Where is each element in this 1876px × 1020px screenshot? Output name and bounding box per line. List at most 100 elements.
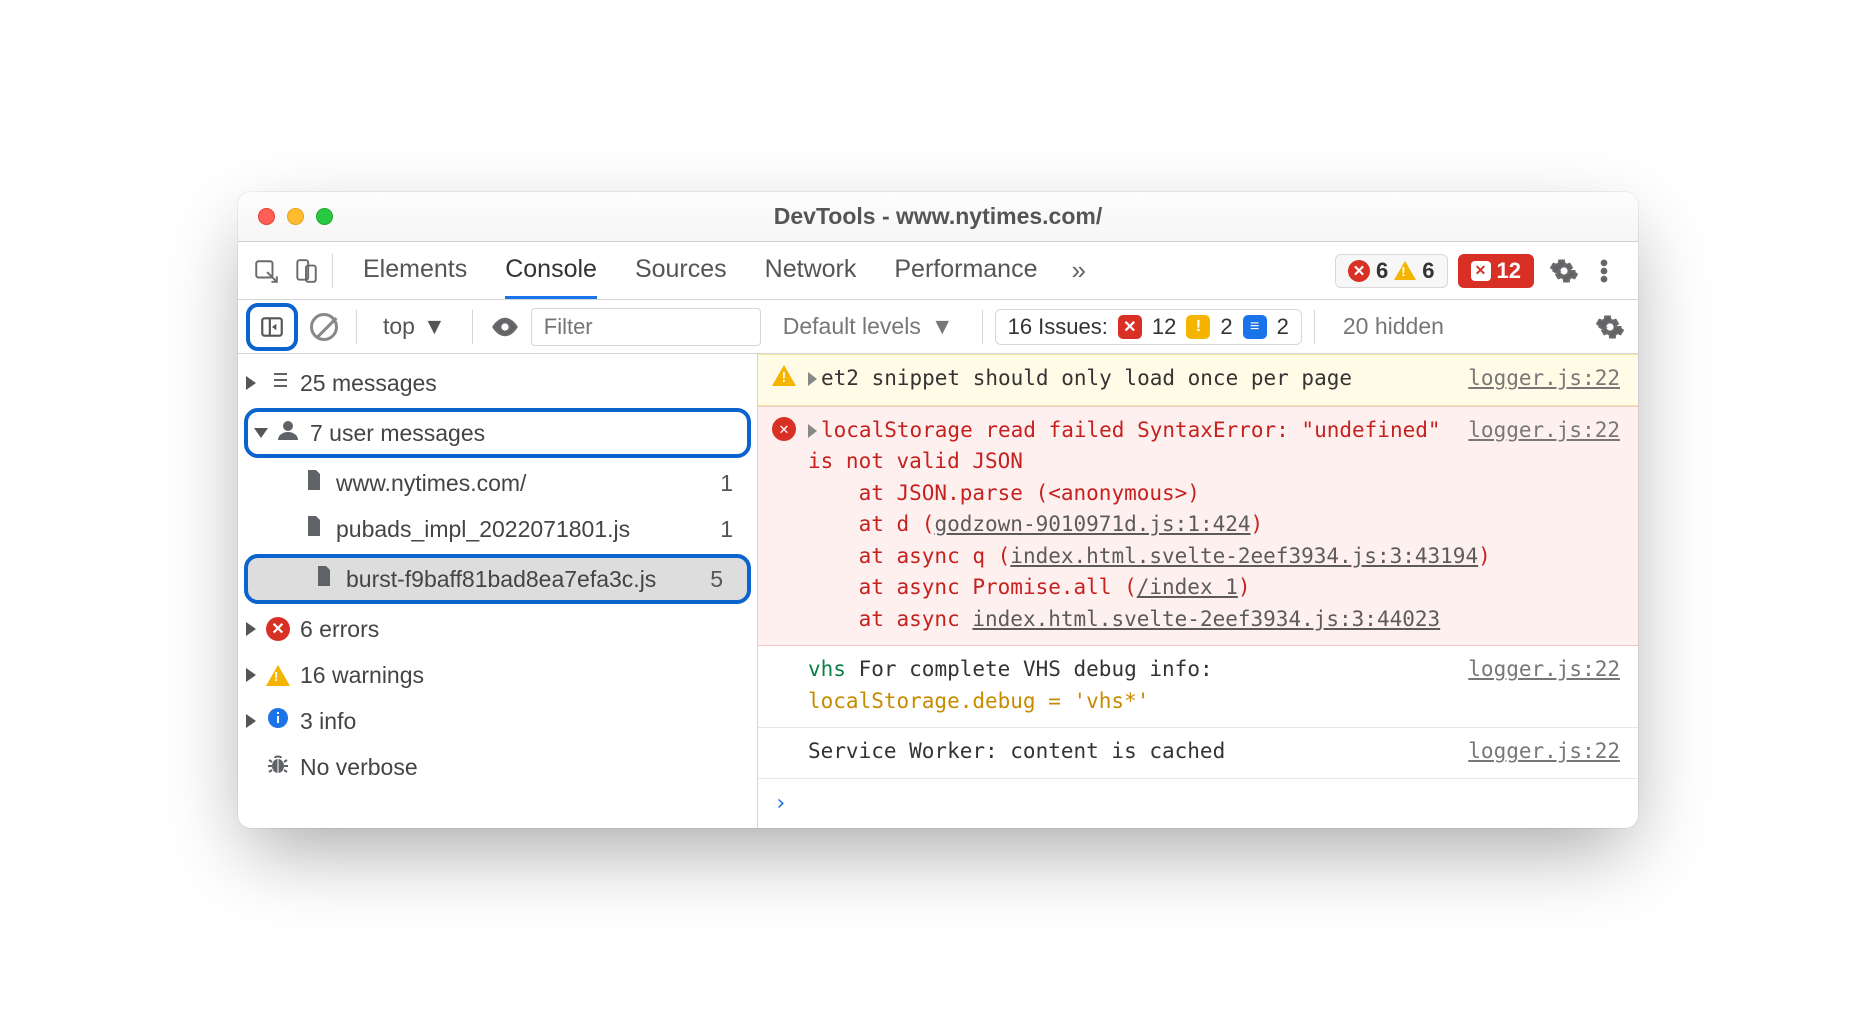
divider	[356, 310, 357, 344]
annotation-highlight	[246, 303, 298, 351]
issues-pill[interactable]: 16 Issues: ✕12 !2 ≡2	[995, 309, 1302, 345]
file-icon	[302, 514, 326, 544]
stack-link[interactable]: index.html.svelte-2eef3934.js:3:44023	[972, 607, 1440, 631]
sidebar-all-messages[interactable]: 25 messages	[238, 360, 757, 406]
user-icon	[276, 418, 300, 448]
divider	[982, 310, 983, 344]
blocked-count: 12	[1497, 258, 1521, 284]
message-source-link[interactable]: logger.js:22	[1468, 736, 1620, 768]
log-levels-dropdown[interactable]: Default levels ▼	[767, 313, 970, 340]
devtools-window: DevTools - www.nytimes.com/ Elements Con…	[238, 192, 1638, 828]
issues-label: 16 Issues:	[1008, 314, 1108, 340]
message-text: For complete VHS debug info:	[859, 657, 1213, 681]
titlebar: DevTools - www.nytimes.com/	[238, 192, 1638, 242]
tab-console[interactable]: Console	[505, 242, 597, 299]
error-count-pill[interactable]: ✕ 6 6	[1335, 254, 1448, 288]
window-title: DevTools - www.nytimes.com/	[238, 203, 1638, 230]
message-tag: vhs	[808, 657, 846, 681]
blocked-icon: ✕	[1471, 261, 1491, 281]
expand-toggle-icon	[246, 714, 256, 728]
sidebar-item-label: www.nytimes.com/	[336, 470, 526, 497]
close-window-button[interactable]	[258, 208, 275, 225]
console-message-warning[interactable]: logger.js:22 et2 snippet should only loa…	[758, 354, 1638, 406]
console-sidebar: 25 messages 7 user messages www.nytimes.…	[238, 354, 758, 828]
minimize-window-button[interactable]	[287, 208, 304, 225]
stack-link[interactable]: godzown-9010971d.js:1:424	[934, 512, 1250, 536]
message-source-link[interactable]: logger.js:22	[1468, 363, 1620, 395]
sidebar-user-child[interactable]: www.nytimes.com/ 1	[238, 460, 757, 506]
more-menu-icon[interactable]	[1584, 251, 1624, 291]
expand-toggle-icon	[246, 376, 256, 390]
panel-tabs: Elements Console Sources Network Perform…	[339, 242, 1061, 299]
console-message-log[interactable]: logger.js:22 Service Worker: content is …	[758, 728, 1638, 779]
message-text: et2 snippet should only load once per pa…	[821, 366, 1352, 390]
console-prompt[interactable]: ›	[758, 779, 1638, 828]
live-expression-button[interactable]	[485, 307, 525, 347]
expand-caret-icon[interactable]	[808, 424, 817, 438]
console-body: 25 messages 7 user messages www.nytimes.…	[238, 354, 1638, 828]
divider	[472, 310, 473, 344]
inspect-element-icon[interactable]	[246, 251, 286, 291]
toggle-sidebar-button[interactable]	[254, 309, 290, 345]
console-message-log[interactable]: logger.js:22 vhs For complete VHS debug …	[758, 646, 1638, 728]
blocked-count-pill[interactable]: ✕ 12	[1458, 254, 1534, 288]
dropdown-arrow-icon: ▼	[423, 313, 446, 340]
context-selector[interactable]: top ▼	[369, 313, 460, 340]
list-icon	[266, 368, 290, 398]
info-icon	[266, 706, 290, 736]
divider	[1314, 310, 1315, 344]
device-toolbar-icon[interactable]	[286, 251, 326, 291]
message-code: localStorage.debug = 'vhs*'	[808, 689, 1149, 713]
warning-icon	[772, 365, 796, 386]
hidden-count: 20 hidden	[1327, 313, 1460, 340]
issue-error-icon: ✕	[1118, 315, 1142, 339]
clear-icon	[310, 313, 338, 341]
sidebar-item-count: 1	[720, 516, 747, 543]
sidebar-warnings[interactable]: 16 warnings	[238, 652, 757, 698]
filter-input[interactable]	[531, 308, 761, 346]
context-label: top	[383, 313, 415, 340]
console-messages: logger.js:22 et2 snippet should only loa…	[758, 354, 1638, 828]
zoom-window-button[interactable]	[316, 208, 333, 225]
main-tabbar: Elements Console Sources Network Perform…	[238, 242, 1638, 300]
tab-network[interactable]: Network	[765, 242, 857, 299]
file-icon	[312, 564, 336, 594]
sidebar-info[interactable]: 3 info	[238, 698, 757, 744]
tab-elements[interactable]: Elements	[363, 242, 467, 299]
message-text: localStorage read failed SyntaxError: "u…	[808, 418, 1441, 474]
console-message-error[interactable]: ✕ logger.js:22 localStorage read failed …	[758, 406, 1638, 647]
sidebar-item-label: 16 warnings	[300, 662, 424, 689]
divider	[332, 254, 333, 288]
sidebar-item-label: 7 user messages	[310, 420, 485, 447]
error-icon: ✕	[266, 617, 290, 641]
message-source-link[interactable]: logger.js:22	[1468, 654, 1620, 686]
expand-toggle-icon	[246, 668, 256, 682]
sidebar-item-label: 6 errors	[300, 616, 379, 643]
sidebar-user-child[interactable]: pubads_impl_2022071801.js 1	[238, 506, 757, 552]
settings-gear-icon[interactable]	[1544, 251, 1584, 291]
expand-caret-icon[interactable]	[808, 372, 817, 386]
stack-link[interactable]: /index 1	[1137, 575, 1238, 599]
warning-icon	[1394, 261, 1416, 280]
console-settings-gear-icon[interactable]	[1590, 307, 1630, 347]
sidebar-user-child-selected[interactable]: burst-f9baff81bad8ea7efa3c.js 5	[244, 554, 751, 604]
sidebar-item-label: burst-f9baff81bad8ea7efa3c.js	[346, 566, 656, 593]
sidebar-user-messages[interactable]: 7 user messages	[244, 408, 751, 458]
sidebar-item-count: 1	[720, 470, 747, 497]
stack-link[interactable]: index.html.svelte-2eef3934.js:3:43194	[1010, 544, 1478, 568]
sidebar-verbose[interactable]: No verbose	[238, 744, 757, 790]
sidebar-errors[interactable]: ✕ 6 errors	[238, 606, 757, 652]
dropdown-arrow-icon: ▼	[931, 313, 954, 340]
issue-error-count: 12	[1152, 314, 1176, 340]
message-source-link[interactable]: logger.js:22	[1468, 415, 1620, 447]
stack-line: at JSON.parse (<anonymous>)	[859, 481, 1200, 505]
message-text: Service Worker: content is cached	[808, 739, 1225, 763]
bug-icon	[266, 752, 290, 782]
sidebar-item-count: 5	[710, 566, 737, 593]
clear-console-button[interactable]	[304, 307, 344, 347]
tab-performance[interactable]: Performance	[894, 242, 1037, 299]
issue-warning-count: 2	[1220, 314, 1232, 340]
more-tabs-button[interactable]: »	[1061, 255, 1103, 286]
tab-sources[interactable]: Sources	[635, 242, 727, 299]
warning-icon	[266, 665, 290, 686]
